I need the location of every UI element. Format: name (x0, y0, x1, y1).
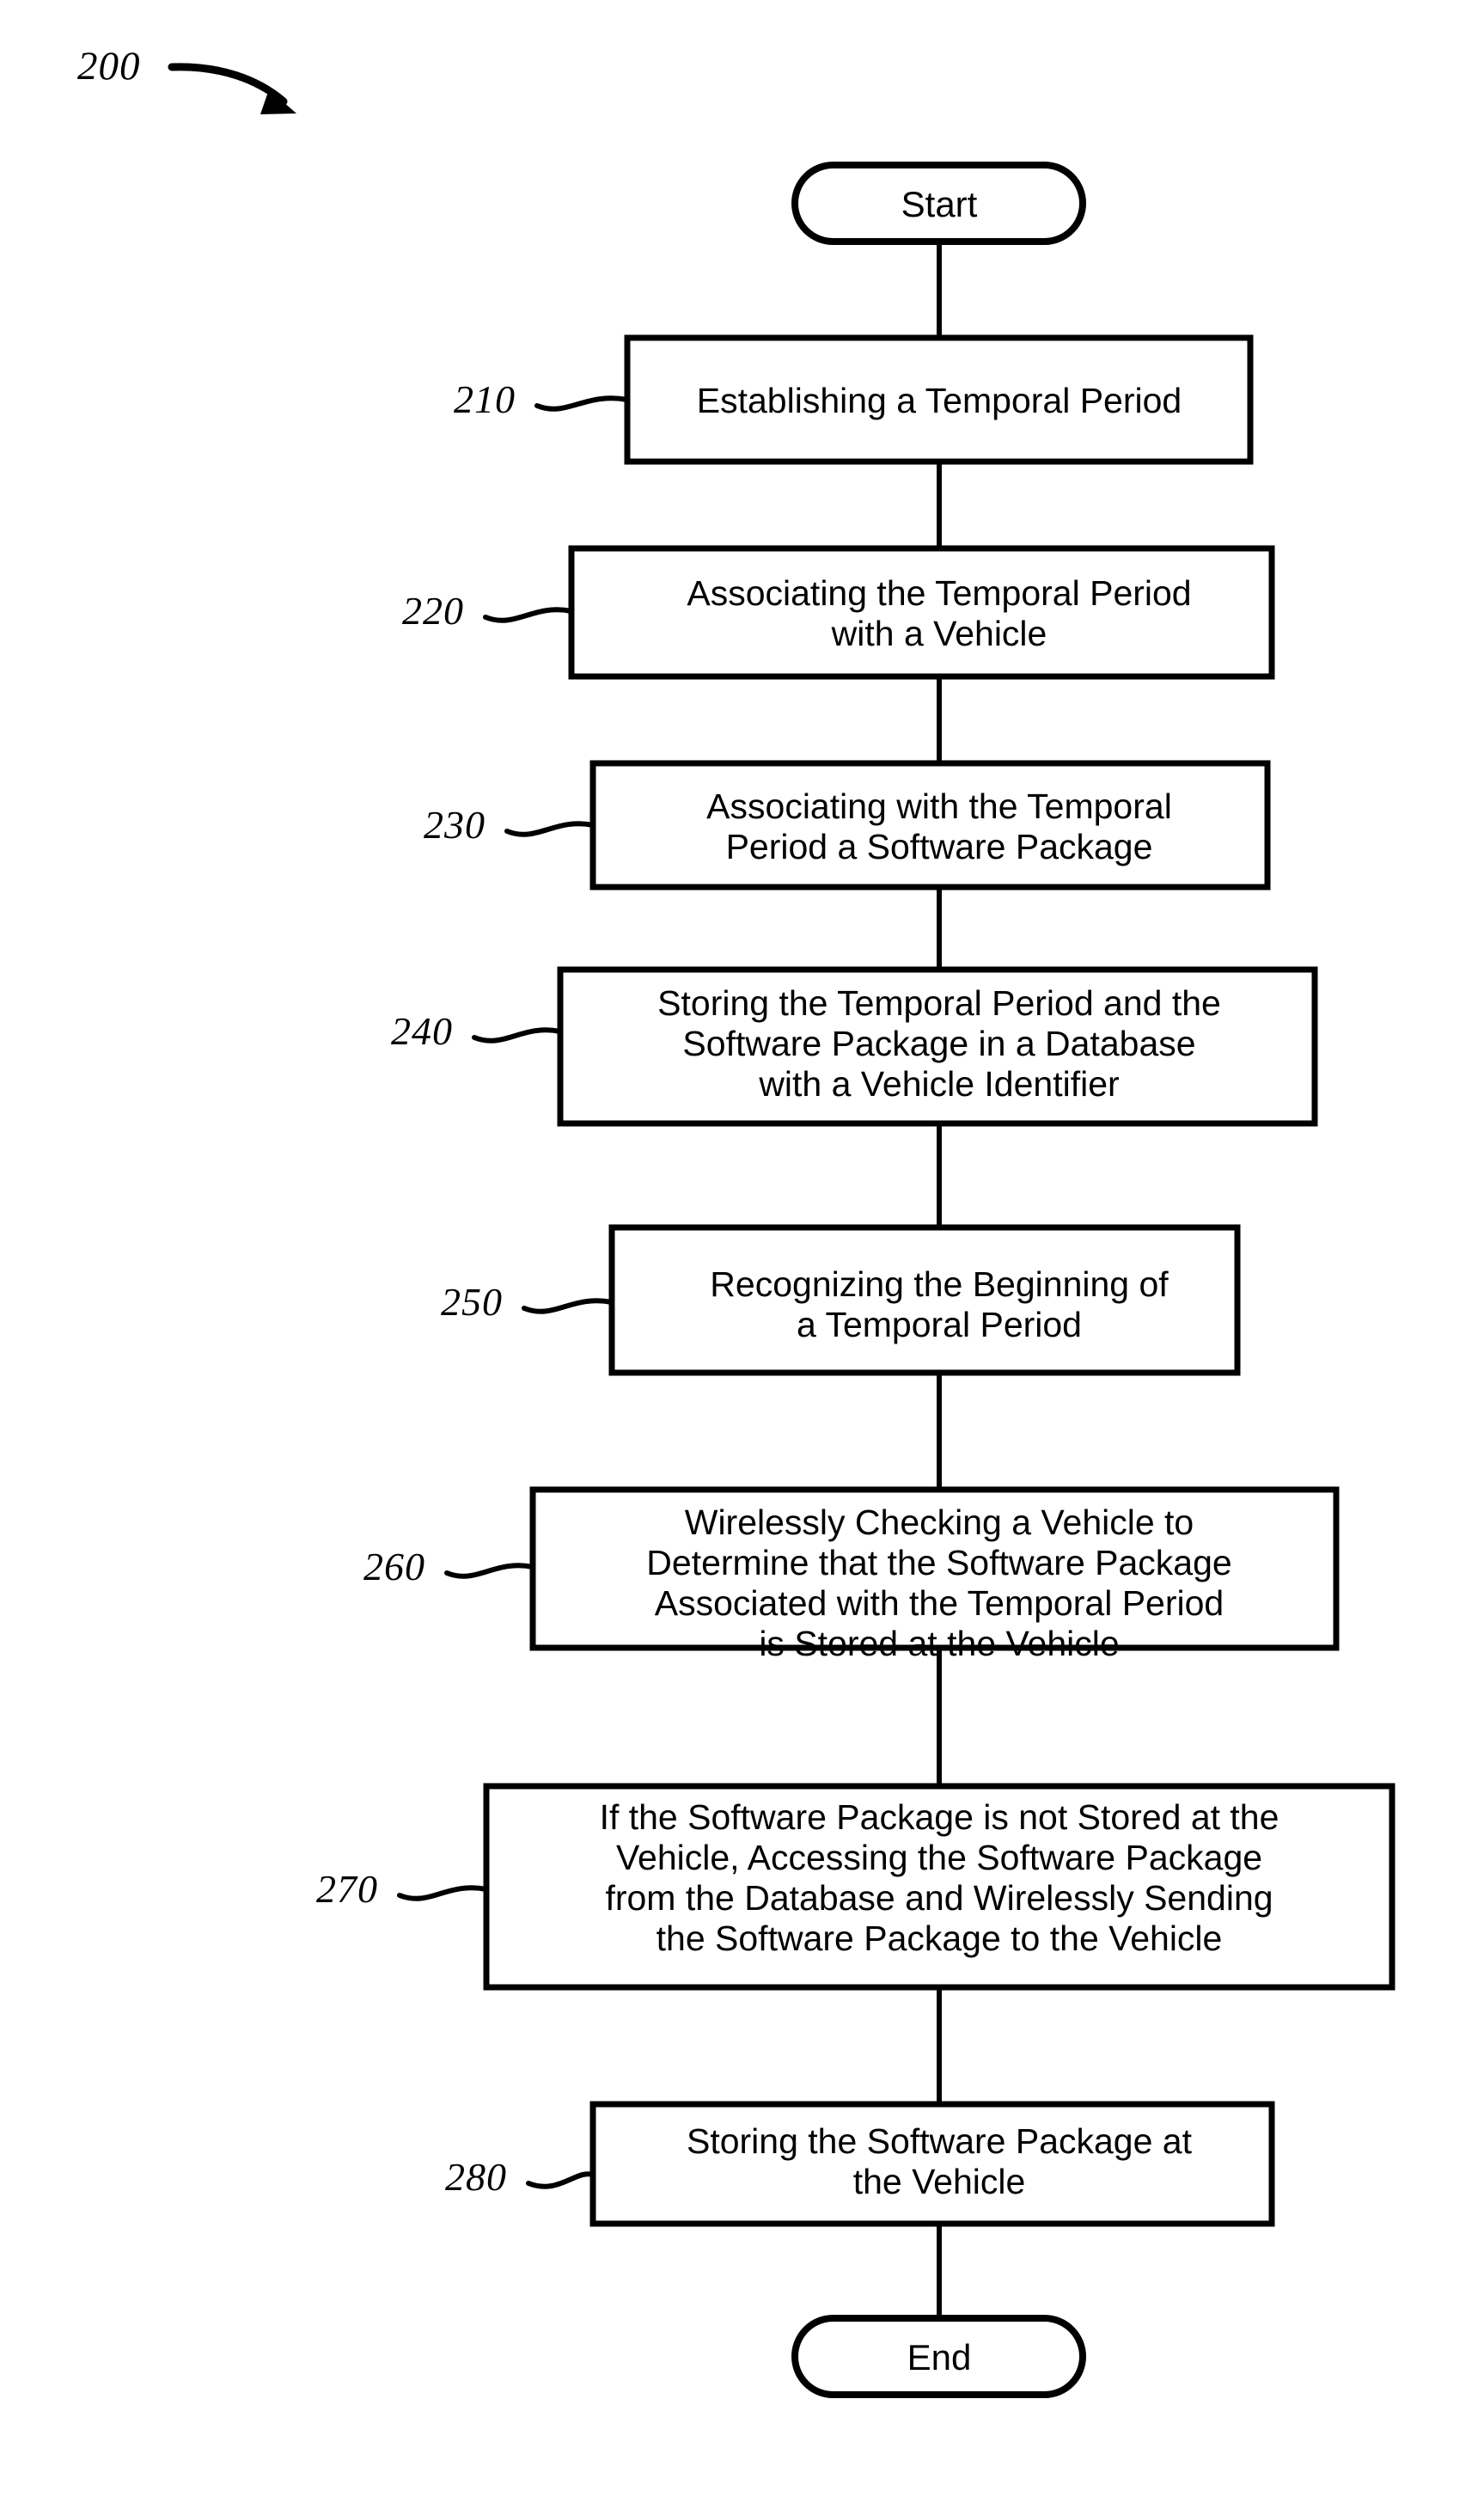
step-270-line-4: the Software Package to the Vehicle (657, 1919, 1223, 1958)
ref-number-230: 230 (424, 803, 486, 847)
step-240-line-3: with a Vehicle Identifier (758, 1064, 1119, 1104)
step-230-line-1: Associating with the Temporal (706, 786, 1172, 826)
step-box-260: Wirelessly Checking a Vehicle to Determi… (529, 1486, 1340, 1663)
leader-line-210 (534, 395, 630, 412)
end-terminator: End (791, 2315, 1086, 2398)
ref-callout-210: 210 (454, 377, 630, 421)
flowchart-diagram: 200 Start Establishing a Temporal Period… (77, 44, 1395, 2398)
step-240-line-1: Storing the Temporal Period and the (657, 983, 1221, 1023)
ref-number-260: 260 (363, 1545, 425, 1588)
step-240-line-2: Software Package in a Database (682, 1024, 1195, 1063)
ref-number-270: 270 (316, 1867, 378, 1911)
step-box-240: Storing the Temporal Period and the Soft… (557, 966, 1318, 1127)
ref-callout-230: 230 (424, 803, 595, 847)
ref-number-210: 210 (454, 377, 516, 421)
ref-callout-250: 250 (441, 1280, 614, 1324)
step-270-line-1: If the Software Package is not Stored at… (600, 1797, 1279, 1837)
leader-line-270 (397, 1885, 489, 1901)
ref-callout-220: 220 (402, 589, 574, 633)
step-box-270: If the Software Package is not Stored at… (483, 1783, 1395, 1991)
step-210-line-1: Establishing a Temporal Period (697, 381, 1182, 420)
step-230-line-2: Period a Software Package (726, 827, 1153, 866)
end-terminator-label: End (907, 2337, 972, 2378)
figure-number-label: 200 (77, 44, 141, 89)
leader-line-230 (504, 821, 595, 837)
step-250-line-1: Recognizing the Beginning of (710, 1264, 1169, 1304)
step-220-line-1: Associating the Temporal Period (687, 573, 1191, 613)
leader-line-240 (472, 1027, 563, 1043)
step-250-line-2: a Temporal Period (797, 1305, 1082, 1344)
step-260-line-4: is Stored at the Vehicle (759, 1624, 1119, 1663)
ref-callout-260: 260 (363, 1545, 535, 1588)
step-box-230: Associating with the Temporal Period a S… (589, 760, 1271, 890)
step-220-line-2: with a Vehicle (831, 614, 1047, 653)
step-260-line-3: Associated with the Temporal Period (655, 1583, 1224, 1623)
ref-number-220: 220 (402, 589, 464, 633)
step-box-280: Storing the Software Package at the Vehi… (589, 2101, 1275, 2227)
step-270-line-3: from the Database and Wirelessly Sending (605, 1878, 1273, 1918)
leader-line-280 (526, 2171, 595, 2189)
step-box-220: Associating the Temporal Period with a V… (568, 545, 1275, 680)
step-260-line-2: Determine that the Software Package (646, 1543, 1231, 1582)
step-280-line-2: the Vehicle (853, 2162, 1026, 2201)
step-box-250: Recognizing the Beginning of a Temporal … (608, 1224, 1241, 1376)
start-terminator: Start (791, 162, 1086, 245)
step-box-210: Establishing a Temporal Period (624, 334, 1254, 465)
patent-figure-page: 200 Start Establishing a Temporal Period… (0, 0, 1484, 2497)
leader-line-250 (522, 1298, 614, 1314)
step-260-line-1: Wirelessly Checking a Vehicle to (685, 1502, 1194, 1542)
start-terminator-label: Start (901, 184, 978, 224)
ref-callout-240: 240 (391, 1009, 563, 1053)
step-280-line-1: Storing the Software Package at (687, 2121, 1193, 2161)
ref-callout-270: 270 (316, 1867, 489, 1911)
ref-number-280: 280 (445, 2155, 507, 2199)
leader-line-260 (444, 1563, 535, 1579)
ref-callout-280: 280 (445, 2155, 595, 2199)
ref-number-250: 250 (441, 1280, 503, 1324)
ref-number-240: 240 (391, 1009, 453, 1053)
leader-line-220 (483, 607, 574, 623)
step-270-line-2: Vehicle, Accessing the Software Package (616, 1838, 1262, 1877)
